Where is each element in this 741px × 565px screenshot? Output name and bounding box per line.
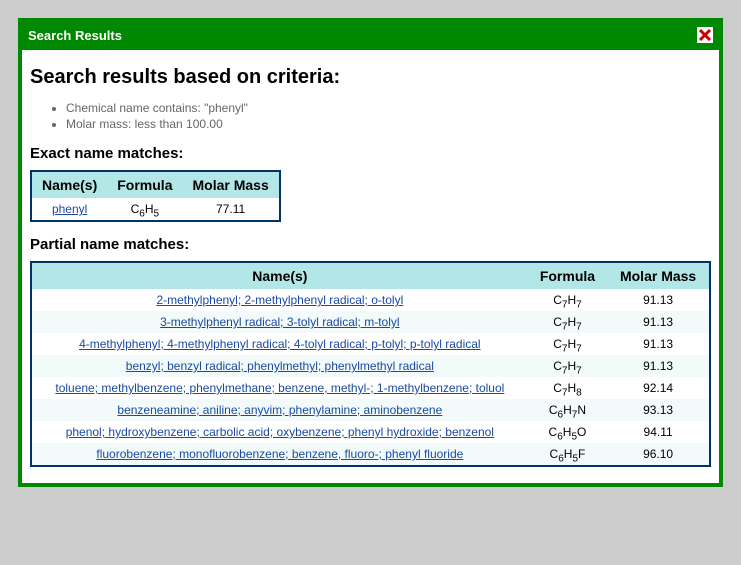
titlebar: Search Results (22, 22, 719, 50)
chemical-link[interactable]: 4-methylphenyl; 4-methylphenyl radical; … (79, 337, 481, 351)
mass-cell: 91.13 (607, 333, 710, 355)
formula-cell: C6H5 (107, 198, 182, 221)
name-cell: fluorobenzene; monofluorobenzene; benzen… (31, 443, 528, 466)
chemical-link[interactable]: toluene; methylbenzene; phenylmethane; b… (55, 381, 504, 395)
mass-cell: 91.13 (607, 289, 710, 311)
chemical-link[interactable]: fluorobenzene; monofluorobenzene; benzen… (96, 447, 463, 461)
table-row: 3-methylphenyl radical; 3-tolyl radical;… (31, 311, 710, 333)
formula-cell: C6H7N (528, 399, 608, 421)
formula-cell: C6H5O (528, 421, 608, 443)
column-header: Formula (528, 262, 608, 289)
table-row: 2-methylphenyl; 2-methylphenyl radical; … (31, 289, 710, 311)
chemical-link[interactable]: benzeneamine; aniline; anyvim; phenylami… (117, 403, 442, 417)
name-cell: phenol; hydroxybenzene; carbolic acid; o… (31, 421, 528, 443)
content-area: Search results based on criteria: Chemic… (22, 50, 719, 483)
mass-cell: 94.11 (607, 421, 710, 443)
close-button[interactable] (697, 27, 713, 43)
column-header: Name(s) (31, 262, 528, 289)
formula-cell: C6H5F (528, 443, 608, 466)
table-row: phenol; hydroxybenzene; carbolic acid; o… (31, 421, 710, 443)
mass-cell: 77.11 (182, 198, 279, 221)
table-row: toluene; methylbenzene; phenylmethane; b… (31, 377, 710, 399)
chemical-link[interactable]: phenol; hydroxybenzene; carbolic acid; o… (66, 425, 494, 439)
search-results-window: Search Results Search results based on c… (18, 18, 723, 487)
name-cell: 2-methylphenyl; 2-methylphenyl radical; … (31, 289, 528, 311)
name-cell: phenyl (31, 198, 107, 221)
table-row: benzyl; benzyl radical; phenylmethyl; ph… (31, 355, 710, 377)
table-row: 4-methylphenyl; 4-methylphenyl radical; … (31, 333, 710, 355)
mass-cell: 96.10 (607, 443, 710, 466)
exact-heading: Exact name matches: (30, 145, 711, 162)
table-row: phenyl C6H577.11 (31, 198, 280, 221)
table-row: benzeneamine; aniline; anyvim; phenylami… (31, 399, 710, 421)
exact-table: Name(s)FormulaMolar Mass phenyl C6H577.11 (30, 170, 281, 222)
column-header: Formula (107, 171, 182, 198)
name-cell: benzeneamine; aniline; anyvim; phenylami… (31, 399, 528, 421)
chemical-link[interactable]: benzyl; benzyl radical; phenylmethyl; ph… (126, 359, 434, 373)
formula-cell: C7H7 (528, 333, 608, 355)
page-heading: Search results based on criteria: (30, 66, 711, 89)
criteria-item: Chemical name contains: "phenyl" (66, 101, 711, 115)
window-title: Search Results (28, 28, 122, 43)
formula-cell: C7H7 (528, 355, 608, 377)
column-header: Name(s) (31, 171, 107, 198)
table-row: fluorobenzene; monofluorobenzene; benzen… (31, 443, 710, 466)
name-cell: 3-methylphenyl radical; 3-tolyl radical;… (31, 311, 528, 333)
name-cell: 4-methylphenyl; 4-methylphenyl radical; … (31, 333, 528, 355)
criteria-list: Chemical name contains: "phenyl" Molar ma… (66, 101, 711, 131)
mass-cell: 93.13 (607, 399, 710, 421)
name-cell: benzyl; benzyl radical; phenylmethyl; ph… (31, 355, 528, 377)
chemical-link[interactable]: 3-methylphenyl radical; 3-tolyl radical;… (160, 315, 399, 329)
column-header: Molar Mass (607, 262, 710, 289)
mass-cell: 91.13 (607, 311, 710, 333)
criteria-item: Molar mass: less than 100.00 (66, 117, 711, 131)
mass-cell: 91.13 (607, 355, 710, 377)
partial-heading: Partial name matches: (30, 236, 711, 253)
chemical-link[interactable]: 2-methylphenyl; 2-methylphenyl radical; … (156, 293, 403, 307)
formula-cell: C7H8 (528, 377, 608, 399)
formula-cell: C7H7 (528, 289, 608, 311)
close-icon (698, 28, 712, 42)
partial-table: Name(s)FormulaMolar Mass 2-methylphenyl; … (30, 261, 711, 467)
formula-cell: C7H7 (528, 311, 608, 333)
mass-cell: 92.14 (607, 377, 710, 399)
chemical-link[interactable]: phenyl (52, 202, 87, 216)
column-header: Molar Mass (182, 171, 279, 198)
name-cell: toluene; methylbenzene; phenylmethane; b… (31, 377, 528, 399)
